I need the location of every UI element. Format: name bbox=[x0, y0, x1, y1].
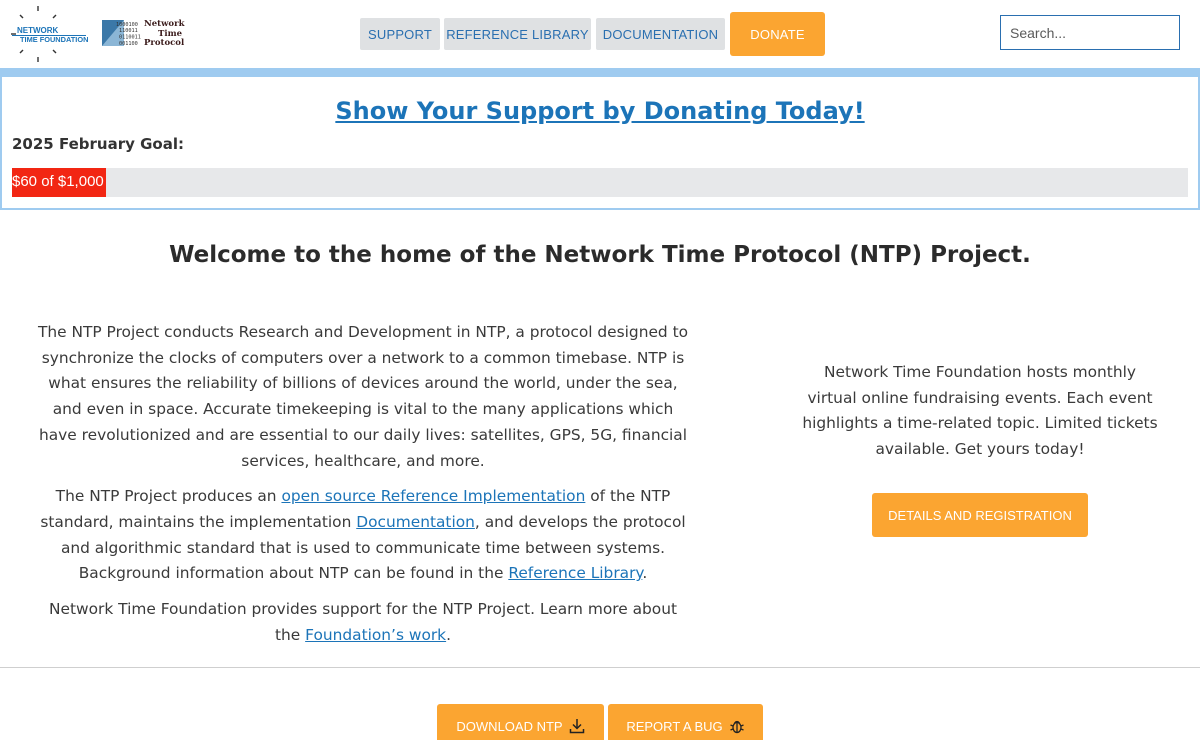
donation-banner: Show Your Support by Donating Today! 202… bbox=[0, 77, 1200, 210]
header-divider-strip bbox=[0, 68, 1200, 77]
intro-column: The NTP Project conducts Research and De… bbox=[36, 320, 690, 658]
reference-library-link[interactable]: Reference Library bbox=[508, 564, 642, 582]
bug-icon bbox=[729, 718, 745, 734]
svg-text:110011: 110011 bbox=[119, 28, 138, 34]
download-ntp-button[interactable]: DOWNLOAD NTP bbox=[437, 704, 604, 740]
nav-support-button[interactable]: SUPPORT bbox=[360, 18, 440, 50]
search-input[interactable] bbox=[1000, 15, 1180, 50]
network-time-protocol-logo[interactable]: 1000100 110011 0110011 001100 Network Ti… bbox=[102, 18, 184, 50]
section-divider bbox=[0, 667, 1200, 668]
events-text: Network Time Foundation hosts monthly vi… bbox=[802, 363, 1158, 459]
network-time-foundation-logo[interactable]: NETWORK TIME FOUNDATION bbox=[6, 6, 90, 62]
nav-donate-button[interactable]: DONATE bbox=[730, 12, 825, 56]
foundation-work-link[interactable]: Foundation’s work bbox=[305, 626, 446, 644]
svg-text:NETWORK: NETWORK bbox=[17, 26, 59, 35]
download-button-label: DOWNLOAD NTP bbox=[456, 718, 563, 734]
reference-implementation-link[interactable]: open source Reference Implementation bbox=[281, 487, 585, 505]
svg-text:TIME FOUNDATION: TIME FOUNDATION bbox=[20, 35, 88, 44]
ntp-logo-mark: 1000100 110011 0110011 001100 bbox=[102, 20, 141, 46]
intro-paragraph-2: The NTP Project produces an open source … bbox=[40, 487, 686, 583]
donate-link[interactable]: Show Your Support by Donating Today! bbox=[2, 97, 1198, 125]
svg-text:001100: 001100 bbox=[119, 41, 138, 46]
nav-documentation-button[interactable]: DOCUMENTATION bbox=[596, 18, 725, 50]
intro-paragraph-1: The NTP Project conducts Research and De… bbox=[37, 323, 689, 470]
nav-reference-library-button[interactable]: REFERENCE LIBRARY bbox=[444, 18, 591, 50]
ntp-logo-text: Network Time Protocol bbox=[144, 19, 185, 48]
download-icon bbox=[569, 718, 585, 734]
details-registration-button[interactable]: DETAILS AND REGISTRATION bbox=[872, 493, 1088, 537]
donation-progress-text: $60 of $1,000 bbox=[12, 173, 104, 190]
goal-label: 2025 February Goal: bbox=[12, 135, 184, 153]
site-header: NETWORK TIME FOUNDATION 1000100 110011 0… bbox=[0, 0, 1200, 68]
report-bug-button[interactable]: REPORT A BUG bbox=[608, 704, 763, 740]
donation-progress-bar: $60 of $1,000 bbox=[12, 168, 1188, 197]
bug-button-label: REPORT A BUG bbox=[626, 718, 723, 734]
svg-text:0110011: 0110011 bbox=[119, 35, 141, 41]
page-title: Welcome to the home of the Network Time … bbox=[169, 242, 1031, 268]
documentation-link[interactable]: Documentation bbox=[356, 513, 475, 531]
intro-paragraph-3: Network Time Foundation provides support… bbox=[48, 600, 677, 644]
